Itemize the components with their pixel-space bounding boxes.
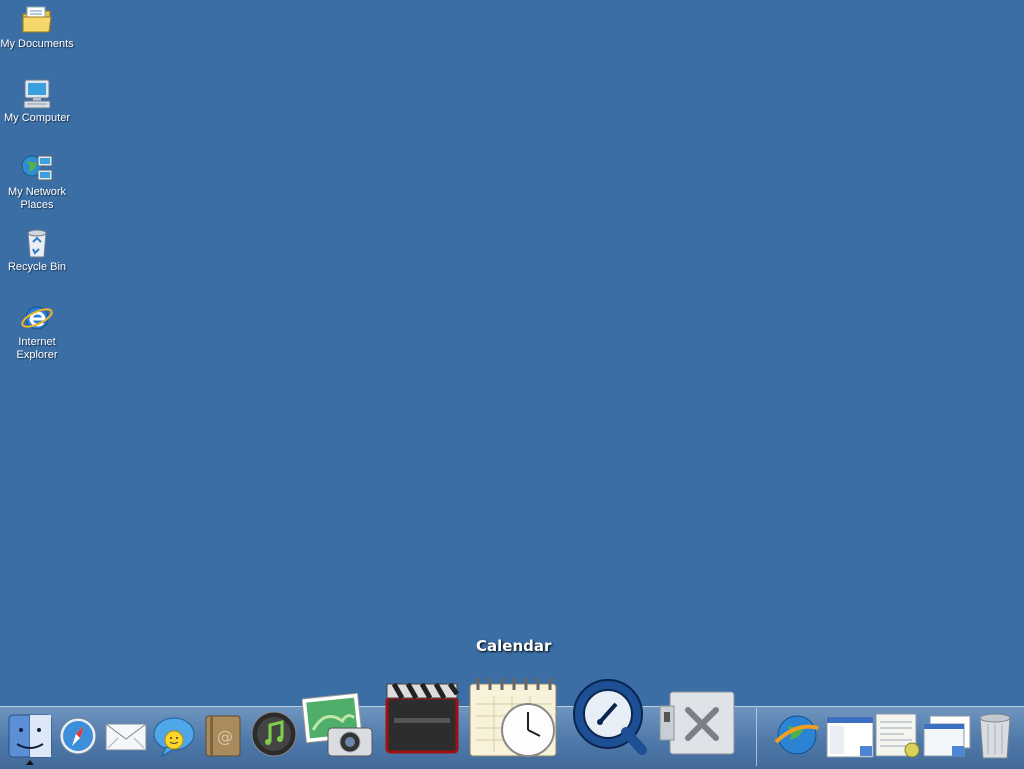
recycle-bin-icon xyxy=(27,229,47,258)
document-thumbnail-icon[interactable] xyxy=(874,712,922,758)
quicktime-icon[interactable] xyxy=(568,676,650,758)
desktop-icon-recycle-bin[interactable]: Recycle Bin xyxy=(0,227,74,274)
iphoto-icon[interactable] xyxy=(302,692,376,758)
desktop-icon-internet-explorer[interactable]: Internet Explorer xyxy=(0,302,74,362)
desktop-icon-my-network-places[interactable]: My Network Places xyxy=(0,152,74,212)
dock-separator xyxy=(756,708,757,766)
clapper-board-icon[interactable] xyxy=(384,680,460,754)
finder-icon[interactable] xyxy=(8,714,52,758)
svg-text:@: @ xyxy=(217,727,233,746)
ichat-icon[interactable] xyxy=(152,714,196,758)
safari-icon[interactable] xyxy=(58,716,98,756)
running-indicator xyxy=(26,760,34,765)
window-stack-thumbnail-icon[interactable] xyxy=(922,714,972,758)
desktop-icon-label: My Documents xyxy=(0,38,74,50)
desktop-icon-label: Internet Explorer xyxy=(16,336,58,361)
mail-icon[interactable] xyxy=(104,718,148,754)
desktop-icon-label: My Computer xyxy=(3,112,71,124)
system-tools-icon[interactable] xyxy=(658,690,738,756)
window-thumbnail-icon[interactable] xyxy=(826,716,874,758)
desktop-icon-label: Recycle Bin xyxy=(7,261,67,273)
my-documents-icon xyxy=(22,6,52,33)
desktop-icon-my-computer[interactable]: My Computer xyxy=(0,78,74,125)
my-computer-icon xyxy=(23,79,51,109)
desktop-icon-label: My Network Places xyxy=(7,186,67,211)
network-globe-icon[interactable] xyxy=(772,712,822,758)
my-network-places-icon xyxy=(21,155,53,181)
address-book-icon[interactable]: @ xyxy=(202,714,244,758)
internet-explorer-icon xyxy=(21,306,53,330)
trash-icon[interactable] xyxy=(974,710,1016,760)
desktop: My Documents My Computer My Network Plac… xyxy=(0,0,1024,769)
dock-tooltip: Calendar xyxy=(476,637,552,655)
desktop-icon-my-documents[interactable]: My Documents xyxy=(0,4,74,51)
itunes-icon[interactable] xyxy=(250,710,298,758)
calendar-icon[interactable] xyxy=(468,674,562,758)
